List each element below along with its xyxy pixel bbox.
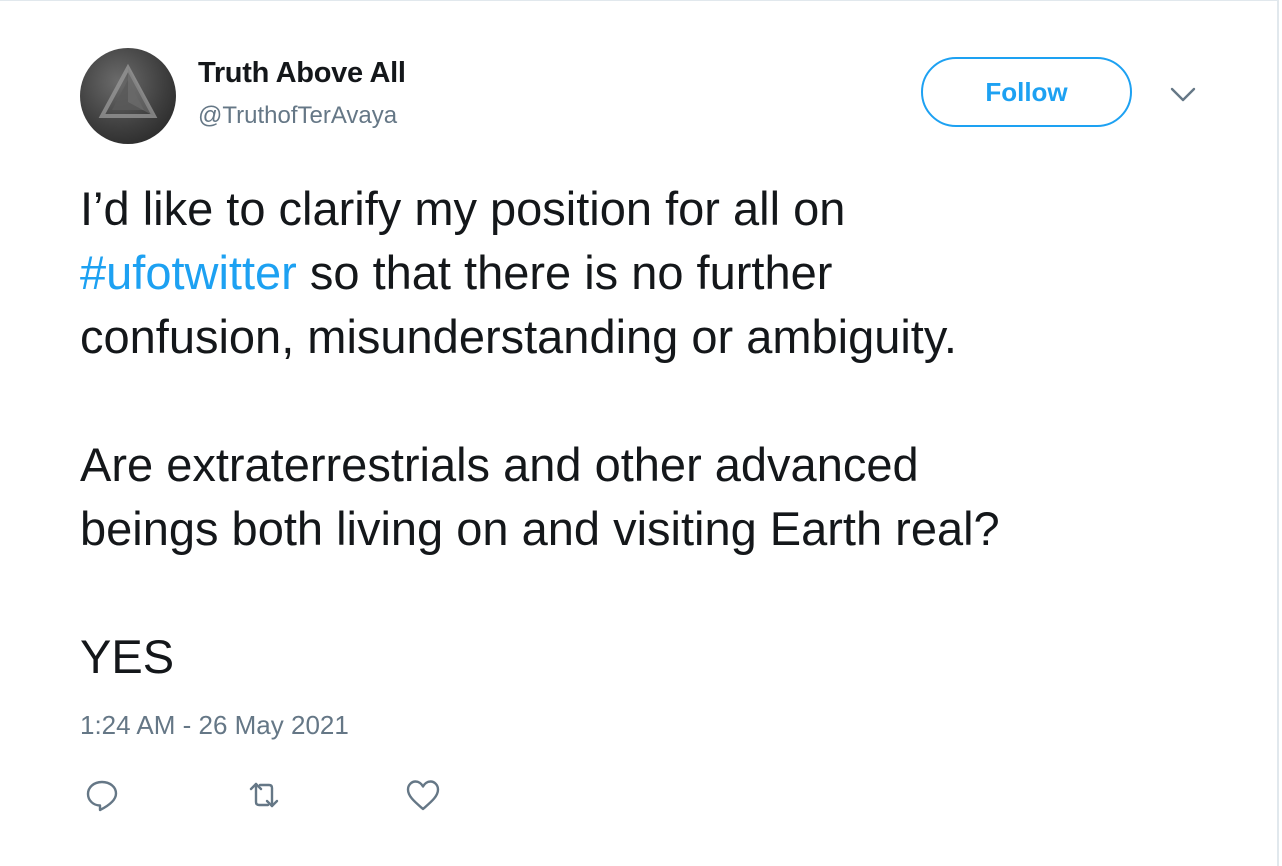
triangle-avatar-image (98, 63, 158, 118)
tweet-text: I’d like to clarify my position for all … (80, 177, 1220, 689)
avatar[interactable] (80, 48, 176, 144)
follow-button[interactable]: Follow (921, 57, 1132, 127)
tweet-line: I’d like to clarify my position for all … (80, 182, 846, 235)
tweet-line: Are extraterrestrials and other advanced (80, 438, 919, 491)
tweet-line-rest: so that there is no further (296, 246, 833, 299)
user-handle[interactable]: @TruthofTerAvaya (198, 102, 397, 130)
like-icon[interactable] (403, 775, 443, 815)
reply-icon[interactable] (82, 775, 122, 815)
display-name[interactable]: Truth Above All (198, 57, 406, 90)
tweet-timestamp[interactable]: 1:24 AM - 26 May 2021 (80, 710, 349, 741)
tweet-line: beings both living on and visiting Earth… (80, 502, 1000, 555)
tweet-line: #ufotwitter so that there is no further (80, 241, 1220, 305)
hashtag-link[interactable]: #ufotwitter (80, 246, 297, 299)
tweet-line: confusion, misunderstanding or ambiguity… (80, 310, 957, 363)
tweet-line: YES (80, 630, 175, 683)
retweet-icon[interactable] (244, 775, 284, 815)
chevron-down-icon[interactable] (1168, 82, 1198, 106)
